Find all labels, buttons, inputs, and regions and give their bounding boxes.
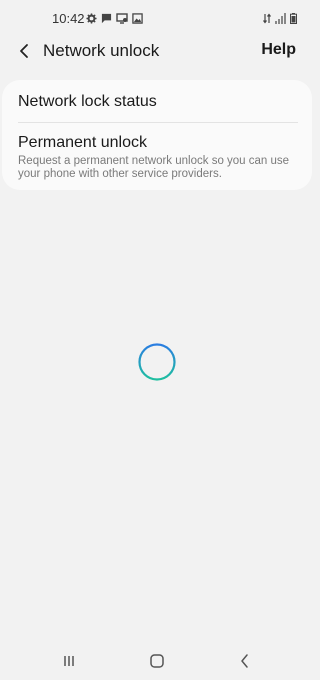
help-link[interactable]: Help (261, 41, 296, 59)
chevron-left-icon (20, 44, 28, 58)
navigation-bar (0, 640, 314, 680)
recents-button[interactable] (60, 652, 78, 670)
signal-icon (275, 11, 286, 29)
network-lock-status-title: Network lock status (18, 93, 157, 110)
status-icons-right (263, 11, 297, 29)
recents-icon (64, 656, 74, 666)
battery-icon (290, 11, 297, 29)
permanent-unlock-item[interactable]: Permanent unlock Request a permanent net… (18, 133, 302, 183)
message-icon (101, 11, 112, 29)
permanent-unlock-title: Permanent unlock (18, 134, 147, 151)
back-button[interactable] (14, 40, 36, 62)
gallery-icon (132, 11, 143, 29)
nav-back-button[interactable] (236, 652, 254, 670)
status-icons-left (86, 11, 143, 29)
settings-gear-icon (86, 11, 97, 29)
permanent-unlock-description: Request a permanent network unlock so yo… (18, 155, 290, 180)
page-title: Network unlock (43, 41, 160, 60)
loading-spinner-icon (137, 342, 177, 382)
data-transfer-icon (263, 11, 271, 29)
network-lock-status-item[interactable]: Network lock status (18, 92, 300, 122)
divider (18, 122, 298, 123)
status-time: 10:42 (52, 11, 85, 26)
home-button[interactable] (148, 652, 166, 670)
app-bar: Network unlock Help (0, 34, 314, 68)
back-icon (241, 654, 248, 668)
home-icon (150, 654, 164, 668)
settings-card: Network lock status Permanent unlock Req… (2, 80, 312, 190)
cast-icon (116, 11, 128, 29)
status-bar: 10:42 (0, 0, 314, 34)
